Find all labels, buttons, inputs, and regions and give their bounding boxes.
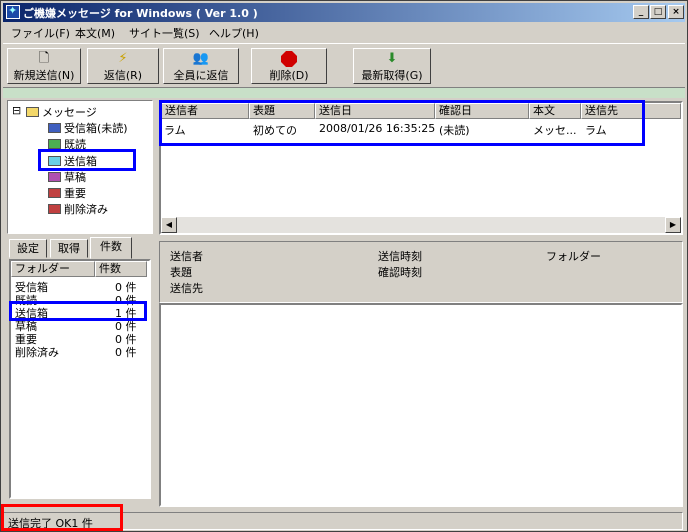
tree-item-drafts[interactable]: 草稿 bbox=[48, 169, 86, 185]
folder-icon bbox=[48, 123, 61, 133]
detail-sender-label: 送信者 bbox=[170, 250, 203, 263]
tree-root[interactable]: メッセージ bbox=[26, 104, 97, 120]
detail-folder-label: フォルダー bbox=[546, 250, 601, 263]
minimize-button[interactable]: _ bbox=[633, 5, 649, 19]
toolbar: 🗋 新規送信(N) ⚡ 返信(R) 👥 全員に返信 削除(D) ⬇ 最新取得(G… bbox=[3, 43, 685, 85]
tree-item-important[interactable]: 重要 bbox=[48, 185, 86, 201]
menu-help[interactable]: ヘルプ(H) bbox=[209, 25, 259, 41]
tree-expander[interactable]: ⊟ bbox=[12, 104, 21, 117]
tree-item-inbox[interactable]: 受信箱(未読) bbox=[48, 120, 128, 136]
detail-subject-label: 表題 bbox=[170, 266, 192, 279]
download-icon: ⬇ bbox=[386, 51, 398, 66]
tab-fetch[interactable]: 取得 bbox=[50, 239, 88, 258]
tab-settings[interactable]: 設定 bbox=[9, 239, 47, 258]
detail-to-label: 送信先 bbox=[170, 282, 203, 295]
window-title: ご機嫌メッセージ for Windows ( Ver 1.0 ) bbox=[23, 7, 258, 20]
scroll-right-button[interactable]: ▶ bbox=[665, 217, 681, 233]
count-row-folder: 削除済み bbox=[15, 346, 59, 359]
folder-icon bbox=[48, 139, 61, 149]
highlight-status bbox=[1, 504, 123, 531]
detail-sent-time-label: 送信時刻 bbox=[378, 250, 422, 263]
horizontal-scrollbar[interactable]: ◀ ▶ bbox=[161, 217, 681, 233]
detail-confirm-time-label: 確認時刻 bbox=[378, 266, 422, 279]
message-body[interactable] bbox=[159, 303, 683, 507]
close-button[interactable]: × bbox=[668, 5, 684, 19]
separator-bar bbox=[3, 87, 685, 98]
app-icon bbox=[6, 4, 20, 19]
reply-button[interactable]: ⚡ 返信(R) bbox=[87, 48, 159, 84]
counts-header-folder[interactable]: フォルダー bbox=[11, 261, 95, 277]
count-row-count: 0 件 bbox=[115, 346, 137, 359]
folder-icon bbox=[48, 172, 61, 182]
delete-button[interactable]: 削除(D) bbox=[251, 48, 327, 84]
stop-icon bbox=[252, 51, 326, 67]
folder-icon bbox=[26, 107, 39, 117]
highlight-sent-folder bbox=[38, 149, 136, 171]
menu-body[interactable]: 本文(M) bbox=[75, 25, 115, 41]
scroll-left-button[interactable]: ◀ bbox=[161, 217, 177, 233]
tab-counts[interactable]: 件数 bbox=[90, 237, 132, 259]
maximize-button[interactable]: □ bbox=[650, 5, 666, 19]
people-icon: 👥 bbox=[192, 51, 210, 66]
new-send-button[interactable]: 🗋 新規送信(N) bbox=[7, 48, 81, 84]
new-document-icon: 🗋 bbox=[38, 51, 50, 66]
menu-file[interactable]: ファイル(F) bbox=[11, 25, 70, 41]
app-window: ご機嫌メッセージ for Windows ( Ver 1.0 ) _ □ × フ… bbox=[0, 0, 688, 532]
menu-bar: ファイル(F) 本文(M) サイト一覧(S) ヘルプ(H) bbox=[3, 23, 685, 41]
highlight-sent-count bbox=[9, 301, 147, 321]
folder-icon bbox=[48, 188, 61, 198]
reply-all-button[interactable]: 👥 全員に返信 bbox=[163, 48, 239, 84]
title-bar: ご機嫌メッセージ for Windows ( Ver 1.0 ) _ □ × bbox=[3, 3, 685, 22]
counts-header-count[interactable]: 件数 bbox=[95, 261, 147, 277]
tree-item-deleted[interactable]: 削除済み bbox=[48, 201, 108, 217]
folder-icon bbox=[48, 204, 61, 214]
detail-header: 送信者 表題 送信先 送信時刻 確認時刻 フォルダー bbox=[159, 241, 683, 303]
lightning-icon: ⚡ bbox=[118, 51, 128, 66]
highlight-message-row bbox=[159, 100, 645, 146]
counts-panel: フォルダー 件数 受信箱 0 件 既読 0 件 送信箱 1 件 草稿 0 件 重… bbox=[9, 259, 151, 499]
menu-sites[interactable]: サイト一覧(S) bbox=[129, 25, 200, 41]
fetch-latest-button[interactable]: ⬇ 最新取得(G) bbox=[353, 48, 431, 84]
